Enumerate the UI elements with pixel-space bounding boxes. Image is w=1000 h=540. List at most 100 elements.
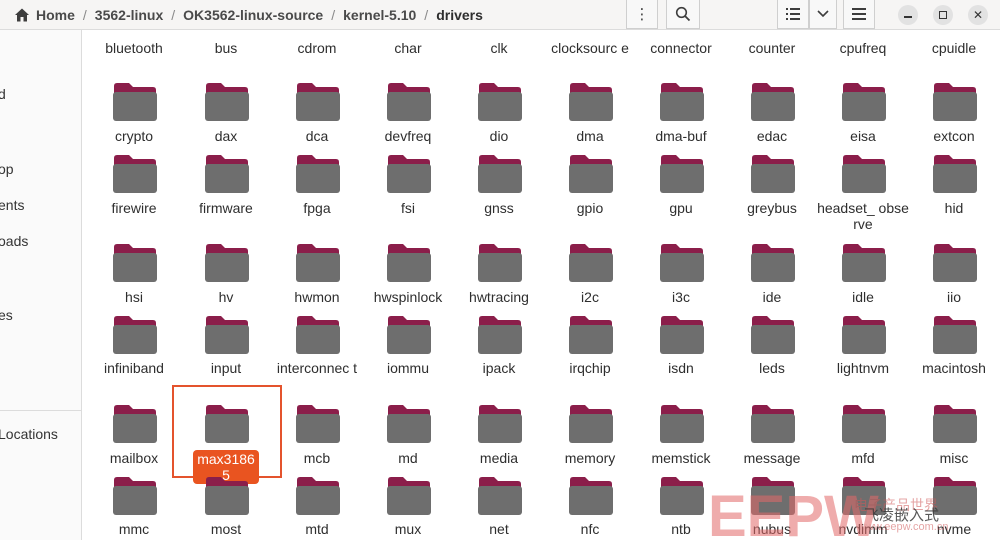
- folder-label: dma-buf: [655, 128, 707, 144]
- folder-icon: [660, 244, 704, 282]
- folder-icon: [842, 316, 886, 354]
- folder-icon: [113, 155, 157, 193]
- folder-icon: [205, 244, 249, 282]
- close-icon: ✕: [972, 8, 984, 22]
- sidebar-item[interactable]: d: [0, 86, 6, 102]
- sidebar-item[interactable]: op: [0, 161, 14, 177]
- breadcrumb-separator: /: [171, 7, 176, 23]
- folder-label: hv: [218, 289, 234, 305]
- folder-label: hwmon: [294, 289, 340, 305]
- folder-icon: [751, 477, 795, 515]
- folder-icon: [478, 477, 522, 515]
- folder-icon: [478, 244, 522, 282]
- folder-label: nfc: [580, 521, 600, 537]
- breadcrumb-label: kernel-5.10: [343, 7, 417, 23]
- sidebar: d op ents oads es Locations: [0, 30, 82, 540]
- folder-label: nvme: [936, 521, 972, 537]
- folder-icon: [387, 244, 431, 282]
- folder-icon: [751, 244, 795, 282]
- breadcrumb-3562-linux[interactable]: 3562-linux: [89, 2, 169, 28]
- folder-label: iommu: [386, 360, 429, 376]
- folder-icon: [569, 155, 613, 193]
- search-icon: [675, 6, 691, 22]
- folder-icon: [569, 477, 613, 515]
- folder-icon: [296, 316, 340, 354]
- search-button[interactable]: [666, 0, 700, 29]
- breadcrumb-drivers[interactable]: drivers: [430, 2, 489, 28]
- folder-label: mcb: [303, 450, 331, 466]
- folder-label: memstick: [651, 450, 711, 466]
- folder-label: bluetooth: [105, 40, 163, 56]
- folder-label: i3c: [672, 289, 690, 305]
- folder-label: bus: [214, 40, 238, 56]
- breadcrumb-label: Home: [36, 7, 75, 23]
- folder-icon: [660, 83, 704, 121]
- folder-icon: [205, 477, 249, 515]
- view-options-button[interactable]: [809, 0, 837, 29]
- home-icon: [15, 8, 29, 22]
- folder-label: counter: [748, 40, 796, 56]
- folder-label: clocksourc e: [551, 40, 629, 56]
- breadcrumb-kernel[interactable]: kernel-5.10: [337, 2, 422, 28]
- folder-icon: [842, 83, 886, 121]
- folder-label: hwspinlock: [373, 289, 443, 305]
- folder-icon: [569, 405, 613, 443]
- breadcrumb-home[interactable]: Home: [0, 2, 81, 28]
- folder-label: media: [479, 450, 519, 466]
- folder-label: cpuidle: [931, 40, 977, 56]
- folder-label: mux: [394, 521, 422, 537]
- path-menu-button[interactable]: ⋮: [626, 0, 658, 29]
- sidebar-item[interactable]: es: [0, 307, 13, 323]
- folder-icon: [660, 477, 704, 515]
- folder-icon: [842, 477, 886, 515]
- folder-label: i2c: [581, 289, 599, 305]
- folder-icon: [478, 405, 522, 443]
- folder-icon: [842, 155, 886, 193]
- maximize-button[interactable]: [933, 5, 953, 25]
- close-button[interactable]: ✕: [968, 5, 988, 25]
- folder-icon: [113, 405, 157, 443]
- folder-label: md: [398, 450, 418, 466]
- folder-label: idle: [852, 289, 874, 305]
- folder-label: ntb: [671, 521, 691, 537]
- folder-icon: [842, 244, 886, 282]
- folder-icon: [387, 316, 431, 354]
- folder-label: devfreq: [384, 128, 432, 144]
- folder-icon: [113, 83, 157, 121]
- folder-label: ipack: [482, 360, 516, 376]
- breadcrumb-separator: /: [82, 7, 87, 23]
- folder-label: leds: [759, 360, 785, 376]
- folder-label: gpu: [669, 200, 693, 216]
- folder-label: gpio: [576, 200, 604, 216]
- folder-label: greybus: [747, 200, 797, 216]
- folder-icon: [751, 83, 795, 121]
- folder-icon: [933, 477, 977, 515]
- folder-icon: [113, 316, 157, 354]
- folder-icon: [296, 155, 340, 193]
- breadcrumb-label: 3562-linux: [94, 7, 164, 23]
- folder-label: edac: [756, 128, 788, 144]
- breadcrumb-source[interactable]: OK3562-linux-source: [177, 2, 329, 28]
- view-list-button[interactable]: [777, 0, 809, 29]
- folder-label: message: [743, 450, 801, 466]
- sidebar-item-other-locations[interactable]: Locations: [0, 426, 58, 442]
- maximize-icon: [939, 11, 947, 19]
- header-bar: Home / 3562-linux / OK3562-linux-source …: [0, 0, 1000, 30]
- folder-label: interconnec t: [276, 360, 358, 376]
- folder-label: char: [394, 40, 422, 56]
- folder-icon: [660, 405, 704, 443]
- main-menu-button[interactable]: [843, 0, 875, 29]
- folder-icon: [933, 83, 977, 121]
- minimize-button[interactable]: [898, 5, 918, 25]
- folder-icon: [113, 477, 157, 515]
- sidebar-item[interactable]: ents: [0, 197, 24, 213]
- folder-icon: [569, 244, 613, 282]
- folder-label: eisa: [850, 128, 876, 144]
- folder-icon: [751, 155, 795, 193]
- list-view-icon: [786, 8, 800, 20]
- sidebar-item[interactable]: oads: [0, 233, 28, 249]
- folder-label: cpufreq: [839, 40, 887, 56]
- folder-icon: [933, 316, 977, 354]
- folder-icon: [296, 244, 340, 282]
- folder-label: irqchip: [569, 360, 611, 376]
